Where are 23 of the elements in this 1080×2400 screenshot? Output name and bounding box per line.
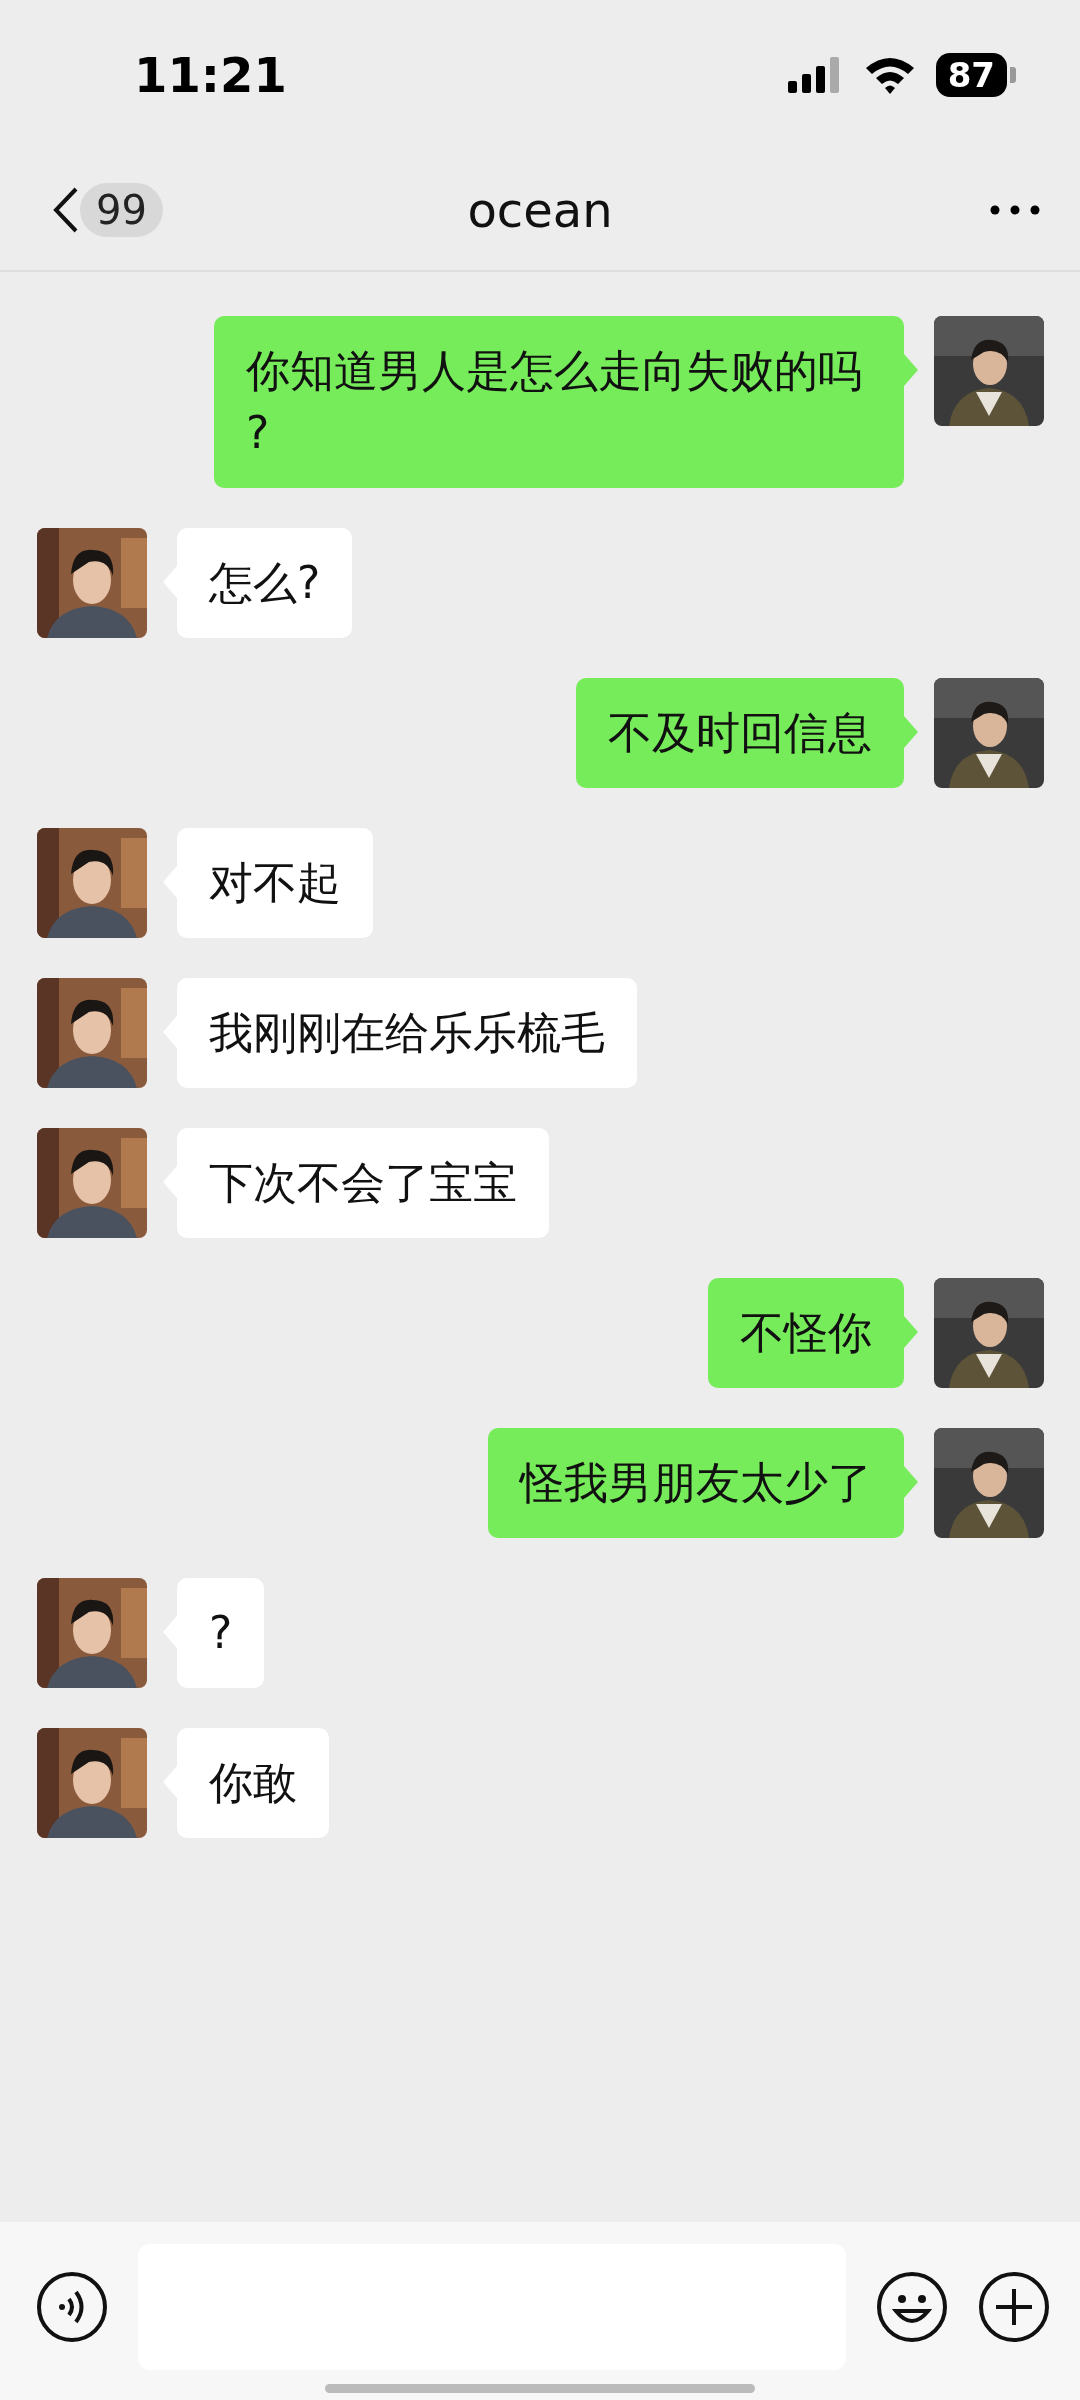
plus-icon xyxy=(978,2271,1050,2343)
received-message: 怎么? xyxy=(177,528,353,638)
unread-badge: 99 xyxy=(80,183,163,237)
received-message: ? xyxy=(177,1578,265,1688)
back-button[interactable]: 99 xyxy=(50,183,163,237)
emoji-button[interactable] xyxy=(876,2271,948,2343)
received-message: 我刚刚在给乐乐梳毛 xyxy=(177,978,637,1088)
voice-button[interactable] xyxy=(36,2271,108,2343)
received-message: 你敢 xyxy=(177,1728,329,1838)
sent-message: 你知道男人是怎么走向失败的吗? xyxy=(214,316,904,488)
received-message: 对不起 xyxy=(177,828,373,938)
battery-tip xyxy=(1010,67,1016,83)
received-message: 下次不会了宝宝 xyxy=(177,1128,549,1238)
sent-message: 不及时回信息 xyxy=(576,678,904,788)
status-time: 11:21 xyxy=(134,47,287,103)
voice-icon xyxy=(36,2271,108,2343)
sent-message: 怪我男朋友太少了 xyxy=(488,1428,904,1538)
more-icon xyxy=(990,205,1040,215)
sent-message: 不怪你 xyxy=(708,1278,904,1388)
add-button[interactable] xyxy=(978,2271,1050,2343)
smiley-icon xyxy=(876,2271,948,2343)
battery-level: 87 xyxy=(935,53,1007,97)
chat-title: ocean xyxy=(467,182,613,238)
